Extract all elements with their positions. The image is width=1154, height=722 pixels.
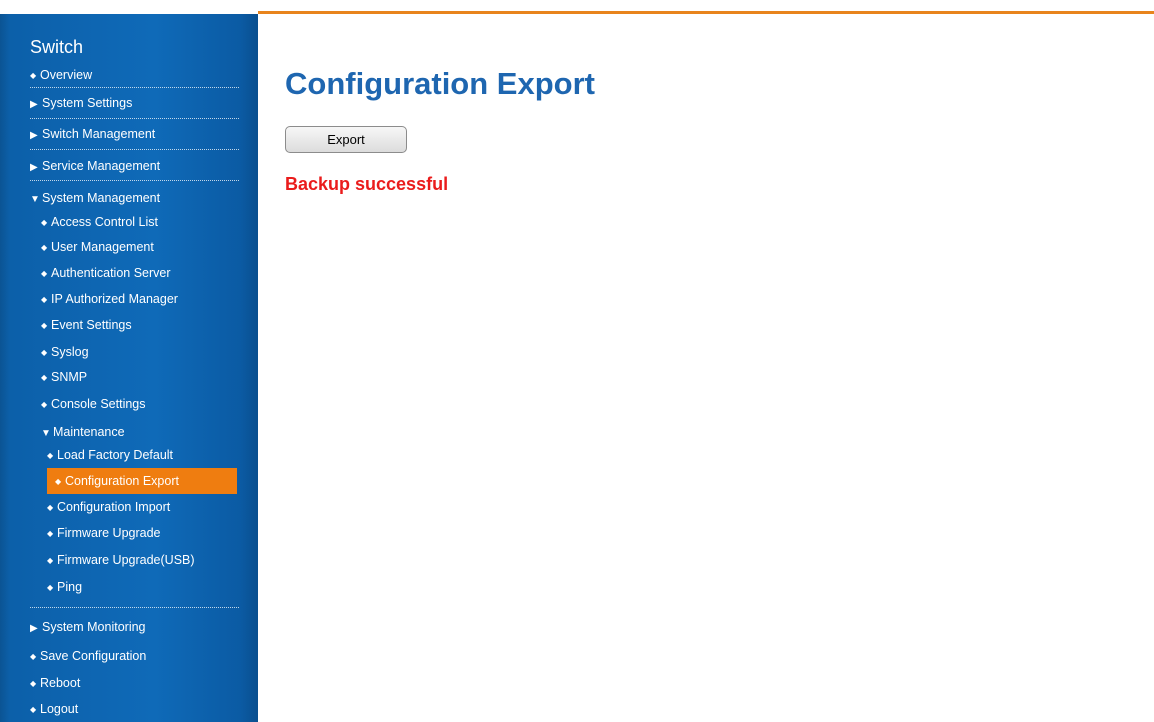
bullet-icon: ◆ [47, 583, 54, 592]
sidebar-item-overview[interactable]: ◆ Overview [30, 65, 239, 85]
sidebar-item-system-settings[interactable]: ▶ System Settings [30, 93, 239, 113]
sidebar-item-configuration-import[interactable]: ◆ Configuration Import [47, 497, 239, 517]
triangle-right-icon: ▶ [30, 162, 38, 173]
sidebar-item-label: Console Settings [51, 397, 146, 411]
export-button[interactable]: Export [285, 126, 407, 153]
bullet-icon: ◆ [41, 269, 48, 278]
bullet-icon: ◆ [41, 218, 48, 227]
sidebar-item-service-management[interactable]: ▶ Service Management [30, 156, 239, 176]
sidebar-item-ip-authorized-manager[interactable]: ◆ IP Authorized Manager [41, 289, 239, 309]
divider [30, 87, 239, 88]
triangle-right-icon: ▶ [30, 99, 38, 110]
bullet-icon: ◆ [41, 400, 48, 409]
sidebar-item-ping[interactable]: ◆ Ping [47, 577, 239, 597]
sidebar-item-label: Maintenance [53, 425, 125, 439]
sidebar-item-label: Event Settings [51, 318, 132, 332]
sidebar-item-label: Authentication Server [51, 266, 171, 280]
sidebar-item-label: Service Management [42, 159, 161, 173]
divider [30, 118, 239, 119]
sidebar-item-system-monitoring[interactable]: ▶ System Monitoring [30, 617, 239, 637]
divider [30, 180, 239, 181]
sidebar-item-label: IP Authorized Manager [51, 292, 178, 306]
sidebar-item-system-management[interactable]: ▼ System Management [30, 188, 239, 208]
sidebar-item-console-settings[interactable]: ◆ Console Settings [41, 394, 239, 414]
sidebar-item-authentication-server[interactable]: ◆ Authentication Server [41, 263, 239, 283]
sidebar-item-label: System Monitoring [42, 620, 146, 634]
sidebar-item-label: SNMP [51, 370, 88, 384]
sidebar-item-label: Load Factory Default [57, 448, 174, 462]
sidebar-item-label: User Management [51, 240, 154, 254]
bullet-icon: ◆ [30, 652, 37, 661]
sidebar-item-event-settings[interactable]: ◆ Event Settings [41, 315, 239, 335]
bullet-icon: ◆ [30, 71, 37, 80]
sidebar-item-label: Syslog [51, 345, 89, 359]
sidebar-item-firmware-upgrade-usb[interactable]: ◆ Firmware Upgrade(USB) [47, 550, 239, 570]
bullet-icon: ◆ [30, 679, 37, 688]
sidebar-item-label: System Management [42, 191, 161, 205]
divider [30, 607, 239, 608]
sidebar-item-label: Firmware Upgrade [57, 526, 161, 540]
main-content: Configuration Export Export Backup succe… [258, 14, 1154, 722]
bullet-icon: ◆ [47, 529, 54, 538]
bullet-icon: ◆ [47, 451, 54, 460]
sidebar-item-label: Access Control List [51, 215, 158, 229]
bullet-icon: ◆ [55, 477, 62, 486]
sidebar-item-switch-management[interactable]: ▶ Switch Management [30, 124, 239, 144]
sidebar-item-firmware-upgrade[interactable]: ◆ Firmware Upgrade [47, 523, 239, 543]
triangle-right-icon: ▶ [30, 623, 38, 634]
bullet-icon: ◆ [41, 295, 48, 304]
sidebar-item-label: Overview [40, 68, 93, 82]
sidebar-item-label: Configuration Export [65, 474, 179, 488]
sidebar-item-user-management[interactable]: ◆ User Management [41, 237, 239, 257]
sidebar-item-label: Configuration Import [57, 500, 171, 514]
sidebar: Switch ◆ Overview ▶ System Settings ▶ Switc… [0, 14, 258, 722]
bullet-icon: ◆ [41, 373, 48, 382]
sidebar-item-snmp[interactable]: ◆ SNMP [41, 367, 239, 387]
bullet-icon: ◆ [30, 705, 37, 714]
sidebar-item-label: Logout [40, 702, 79, 716]
sidebar-item-load-factory-default[interactable]: ◆ Load Factory Default [47, 445, 239, 465]
sidebar-item-label: Reboot [40, 676, 81, 690]
triangle-down-icon: ▼ [30, 194, 40, 205]
bullet-icon: ◆ [41, 348, 48, 357]
sidebar-item-label: Switch Management [42, 127, 156, 141]
sidebar-item-reboot[interactable]: ◆ Reboot [30, 673, 239, 693]
bullet-icon: ◆ [41, 321, 48, 330]
sidebar-item-label: Save Configuration [40, 649, 147, 663]
bullet-icon: ◆ [41, 243, 48, 252]
sidebar-item-label: Firmware Upgrade(USB) [57, 553, 195, 567]
page-title: Configuration Export [285, 66, 595, 101]
bullet-icon: ◆ [47, 503, 54, 512]
status-message: Backup successful [285, 174, 449, 194]
sidebar-item-logout[interactable]: ◆ Logout [30, 699, 239, 719]
sidebar-brand: Switch [30, 37, 84, 57]
sidebar-item-save-configuration[interactable]: ◆ Save Configuration [30, 646, 239, 666]
sidebar-item-syslog[interactable]: ◆ Syslog [41, 342, 239, 362]
triangle-right-icon: ▶ [30, 130, 38, 141]
bullet-icon: ◆ [47, 556, 54, 565]
triangle-down-icon: ▼ [41, 428, 51, 439]
divider [30, 149, 239, 150]
sidebar-item-configuration-export[interactable]: ◆ Configuration Export [47, 468, 237, 494]
sidebar-item-label: System Settings [42, 96, 133, 110]
sidebar-item-access-control-list[interactable]: ◆ Access Control List [41, 212, 239, 232]
sidebar-item-label: Ping [57, 580, 83, 594]
sidebar-item-maintenance[interactable]: ▼ Maintenance [41, 422, 239, 442]
